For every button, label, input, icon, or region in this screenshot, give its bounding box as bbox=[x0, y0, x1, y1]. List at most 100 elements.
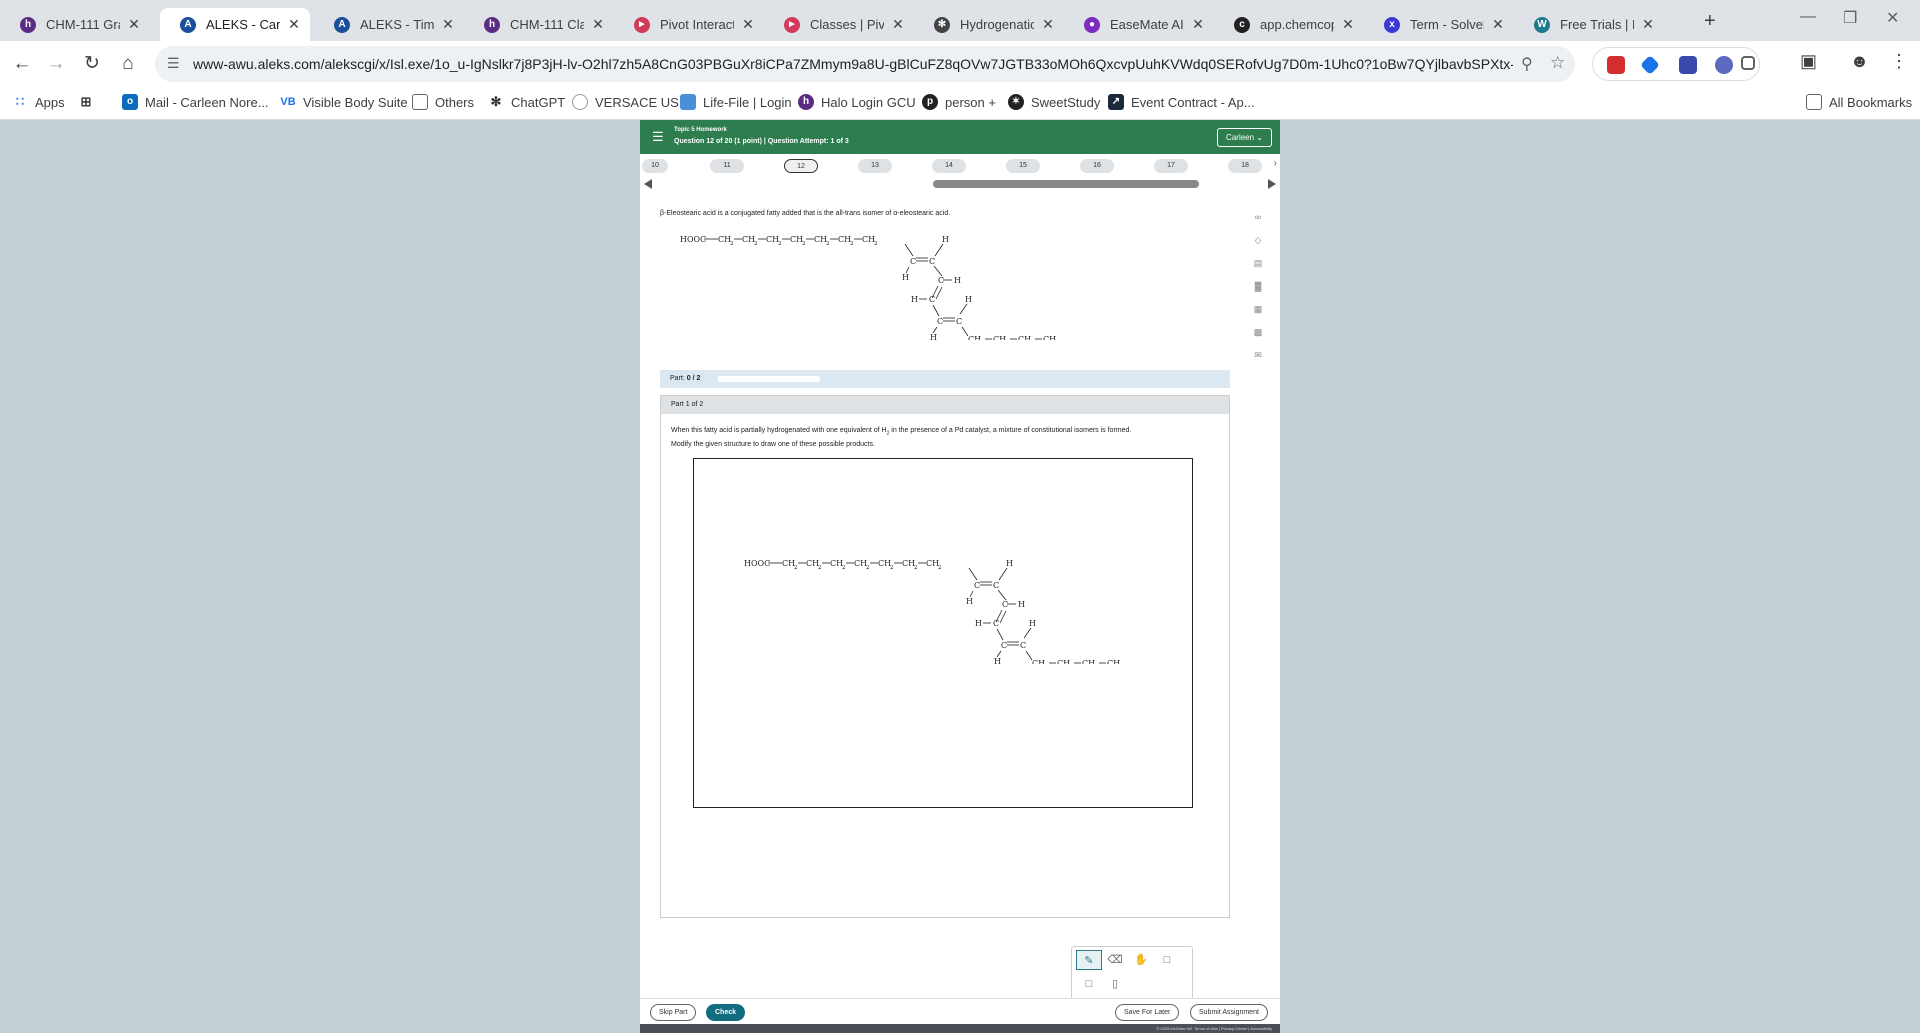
atom-label-tail[interactable]: CH bbox=[993, 335, 1006, 340]
close-tab-icon[interactable]: ✕ bbox=[890, 16, 906, 33]
browser-tab[interactable]: A ALEKS - Carleen ✕ bbox=[160, 8, 310, 41]
extension-adobe-icon[interactable] bbox=[1607, 56, 1625, 74]
bookmark-item[interactable]: Others bbox=[412, 94, 474, 110]
bond[interactable] bbox=[968, 567, 978, 581]
bond[interactable] bbox=[997, 589, 1007, 601]
bond[interactable] bbox=[959, 303, 968, 315]
atom-label-c[interactable]: C bbox=[929, 295, 935, 304]
atom-label-tail[interactable]: CH bbox=[1032, 659, 1045, 664]
atom-label-h[interactable]: H bbox=[902, 273, 909, 282]
browser-tab[interactable]: ► Classes | Pivot In ✕ bbox=[764, 8, 914, 41]
browser-menu-icon[interactable]: ⋮ bbox=[1890, 51, 1908, 72]
atom-label-h[interactable]: H bbox=[1018, 600, 1025, 609]
bond[interactable] bbox=[998, 567, 1008, 581]
atom-label-h[interactable]: H bbox=[975, 619, 982, 628]
atom-label-h[interactable]: H bbox=[965, 295, 972, 304]
atom-label-c[interactable]: C bbox=[956, 317, 962, 326]
lone-pair-tool-icon[interactable]: ▯ bbox=[1102, 974, 1128, 994]
all-bookmarks-folder[interactable]: All Bookmarks bbox=[1806, 94, 1912, 110]
atom-label-tail[interactable]: CH bbox=[968, 335, 981, 340]
hand-tool-icon[interactable]: ✋ bbox=[1128, 950, 1154, 970]
close-tab-icon[interactable]: ✕ bbox=[1490, 16, 1506, 33]
user-menu-button[interactable]: Carleen ⌄ bbox=[1217, 128, 1272, 147]
close-tab-icon[interactable]: ✕ bbox=[590, 16, 606, 33]
scroll-right-arrow-icon[interactable] bbox=[1268, 179, 1276, 189]
atom-label-hooc[interactable]: HOOC bbox=[680, 235, 706, 244]
chevron-right-icon[interactable]: › bbox=[1274, 158, 1277, 169]
browser-tab[interactable]: c app.chemcopilo ✕ bbox=[1214, 8, 1364, 41]
bookmark-item[interactable]: ✻ ChatGPT bbox=[488, 94, 566, 110]
question-number-pill[interactable]: 17 bbox=[1154, 159, 1188, 173]
atom-label-tail[interactable]: CH bbox=[1018, 335, 1031, 340]
bond[interactable] bbox=[904, 243, 914, 257]
close-tab-icon[interactable]: ✕ bbox=[440, 16, 456, 33]
bond[interactable] bbox=[934, 243, 944, 257]
answer-icon[interactable]: ◇ bbox=[1250, 235, 1266, 258]
back-arrow-icon[interactable]: ← bbox=[8, 50, 36, 78]
question-number-pill[interactable]: 15 bbox=[1006, 159, 1040, 173]
question-number-pill[interactable]: 10 bbox=[642, 159, 668, 173]
close-window-icon[interactable]: ✕ bbox=[1886, 8, 1899, 28]
close-tab-icon[interactable]: ✕ bbox=[1040, 16, 1056, 33]
calculator-icon[interactable]: ▩ bbox=[1250, 327, 1266, 350]
bond[interactable] bbox=[933, 265, 943, 277]
pencil-tool-icon[interactable]: ✎ bbox=[1076, 950, 1102, 970]
atom-label-c[interactable]: C bbox=[993, 619, 999, 628]
atom-label-h[interactable]: H bbox=[966, 597, 973, 606]
site-info-icon[interactable]: ☰ bbox=[167, 55, 180, 72]
charge-plus-tool-icon[interactable]: □ bbox=[1154, 950, 1180, 970]
check-button[interactable]: Check bbox=[706, 1004, 746, 1021]
browser-tab[interactable]: h CHM-111 Class ✕ bbox=[464, 8, 614, 41]
bookmark-item[interactable]: VERSACE US bbox=[572, 94, 679, 110]
atom-label-h[interactable]: H bbox=[1006, 559, 1013, 568]
zoom-icon[interactable]: ⚲ bbox=[1521, 54, 1533, 74]
bookmark-item[interactable]: ∷ Apps bbox=[12, 94, 65, 110]
browser-tab[interactable]: W Free Trials | Rev ✕ bbox=[1514, 8, 1664, 41]
message-icon[interactable]: ✉ bbox=[1250, 350, 1266, 373]
home-icon[interactable]: ⌂ bbox=[114, 50, 142, 78]
browser-tab[interactable]: A ALEKS - Timed ✕ bbox=[314, 8, 464, 41]
question-number-pill[interactable]: 13 bbox=[858, 159, 892, 173]
skip-part-button[interactable]: Skip Part bbox=[650, 1004, 697, 1021]
submit-assignment-button[interactable]: Submit Assignment bbox=[1190, 1004, 1268, 1021]
drawing-canvas[interactable]: HOOCCH2CH2CH2CH2CH2CH2CH2CCHHCHHCCCHHCH2… bbox=[693, 458, 1193, 808]
url-text[interactable]: www-awu.aleks.com/alekscgi/x/Isl.exe/1o_… bbox=[193, 56, 1513, 72]
question-number-pill[interactable]: 18 bbox=[1228, 159, 1262, 173]
hamburger-menu-icon[interactable]: ☰ bbox=[652, 129, 664, 145]
atom-label-tail[interactable]: CH bbox=[1082, 659, 1095, 664]
atom-label-hooc[interactable]: HOOC bbox=[744, 559, 770, 568]
atom-label-h[interactable]: H bbox=[942, 235, 949, 244]
close-tab-icon[interactable]: ✕ bbox=[126, 16, 142, 33]
bookmark-item[interactable]: ⊞ bbox=[78, 94, 101, 110]
atom-label-c[interactable]: C bbox=[1002, 600, 1008, 609]
reload-icon[interactable]: ↻ bbox=[78, 50, 106, 78]
close-tab-icon[interactable]: ✕ bbox=[1190, 16, 1206, 33]
bond[interactable] bbox=[996, 628, 1004, 641]
bookmark-item[interactable]: h Halo Login GCU bbox=[798, 94, 916, 110]
scroll-left-arrow-icon[interactable] bbox=[644, 179, 652, 189]
browser-tab[interactable]: x Term - Solvely ✕ bbox=[1364, 8, 1514, 41]
extension-flag-icon[interactable] bbox=[1679, 56, 1697, 74]
question-number-pill[interactable]: 12 bbox=[784, 159, 818, 173]
bookmark-item[interactable]: ↗ Event Contract - Ap... bbox=[1108, 94, 1255, 110]
atom-label-c[interactable]: C bbox=[1020, 641, 1026, 650]
bookmark-item[interactable]: p person + bbox=[922, 94, 996, 110]
forward-arrow-icon[interactable]: → bbox=[42, 50, 70, 78]
save-for-later-button[interactable]: Save For Later bbox=[1115, 1004, 1180, 1021]
question-scrollbar[interactable] bbox=[640, 177, 1280, 191]
address-bar[interactable]: ☰ www-awu.aleks.com/alekscgi/x/Isl.exe/1… bbox=[155, 46, 1575, 82]
browser-tab[interactable]: h CHM-111 Grad ✕ bbox=[0, 8, 150, 41]
bond[interactable] bbox=[932, 304, 940, 317]
ebook-icon[interactable]: ▤ bbox=[1250, 258, 1266, 281]
atom-label-tail[interactable]: CH bbox=[1043, 335, 1056, 340]
data-icon[interactable]: ▓ bbox=[1250, 281, 1266, 304]
close-tab-icon[interactable]: ✕ bbox=[1640, 16, 1656, 33]
restore-icon[interactable]: ❐ bbox=[1843, 8, 1857, 28]
atom-label-c[interactable]: C bbox=[929, 257, 935, 266]
atom-label-h[interactable]: H bbox=[1029, 619, 1036, 628]
charge-minus-tool-icon[interactable]: □ bbox=[1076, 974, 1102, 994]
atom-label-tail[interactable]: CH bbox=[1107, 659, 1120, 664]
bookmark-item[interactable]: ✶ SweetStudy bbox=[1008, 94, 1100, 110]
infinity-icon[interactable]: ∞ bbox=[1250, 212, 1266, 235]
scroll-thumb[interactable] bbox=[933, 180, 1199, 188]
